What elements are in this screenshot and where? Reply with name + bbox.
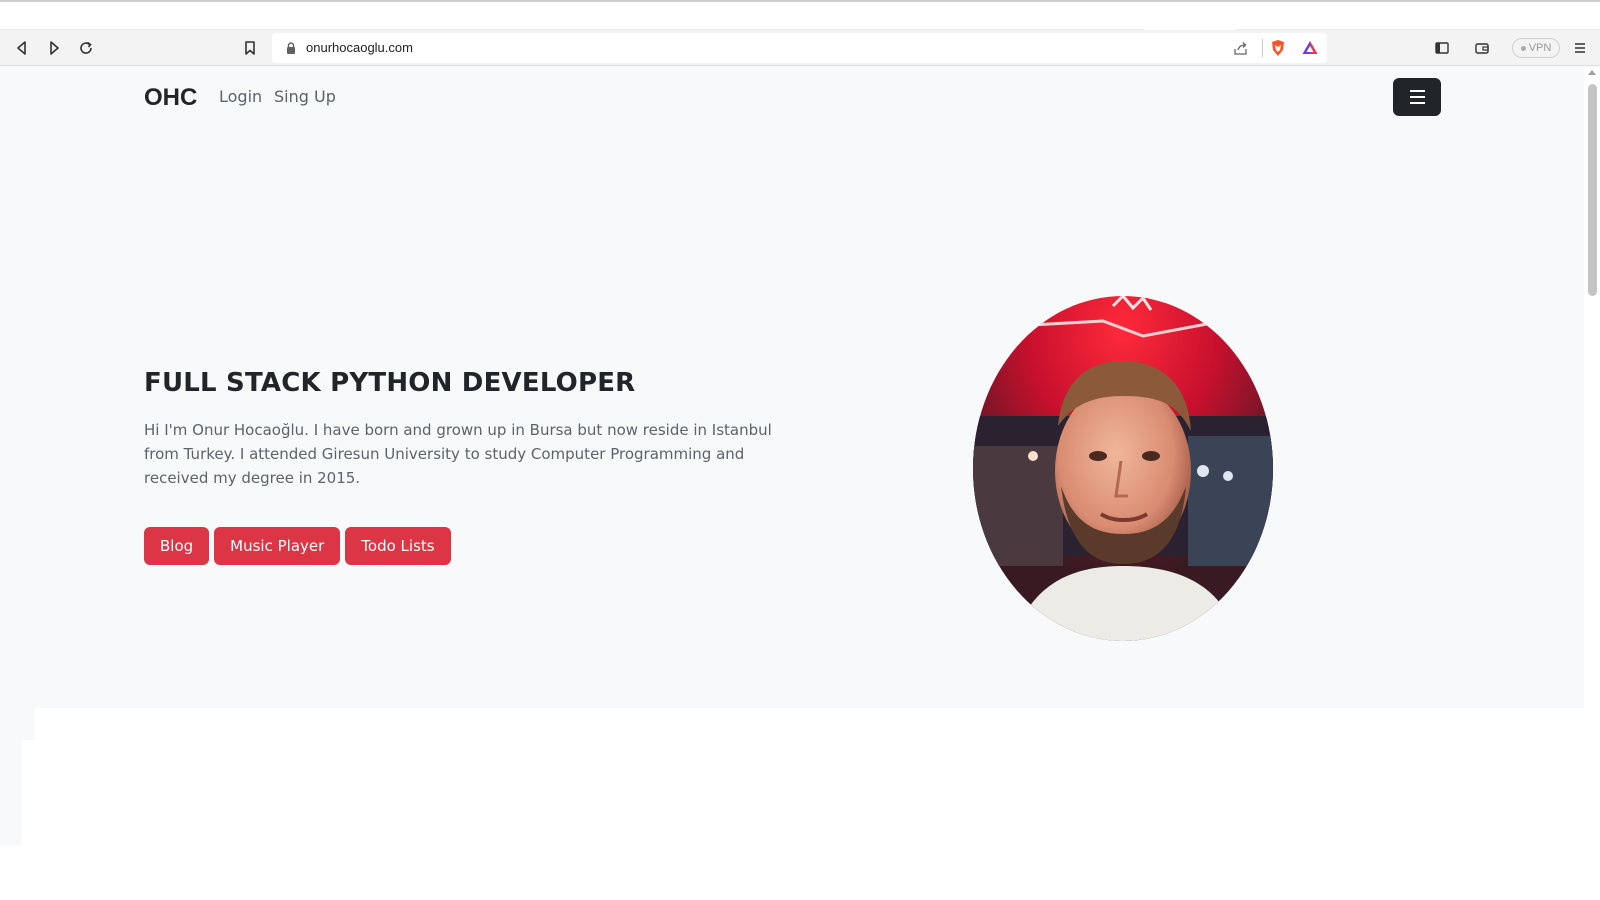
back-button[interactable] bbox=[10, 36, 34, 60]
render-artifact bbox=[0, 740, 22, 846]
sidebar-icon bbox=[1435, 42, 1449, 54]
profile-photo-image bbox=[973, 296, 1273, 641]
tab-strip bbox=[0, 0, 1600, 32]
brave-rewards-icon[interactable] bbox=[1301, 39, 1319, 57]
hamburger-icon bbox=[1409, 88, 1425, 106]
hero-title: FULL STACK PYTHON DEVELOPER bbox=[144, 368, 636, 398]
brave-shield-icon[interactable] bbox=[1269, 39, 1287, 57]
browser-menu-button[interactable] bbox=[1568, 36, 1592, 60]
blog-button[interactable]: Blog bbox=[144, 527, 210, 565]
forward-button[interactable] bbox=[42, 36, 66, 60]
vpn-status-dot bbox=[1520, 45, 1526, 51]
sidebar-button[interactable] bbox=[1430, 36, 1454, 60]
music-player-button[interactable]: Music Player bbox=[214, 527, 341, 565]
vpn-label: VPN bbox=[1528, 42, 1552, 54]
page-scrollbar[interactable] bbox=[1584, 66, 1600, 900]
bookmark-icon bbox=[245, 41, 255, 55]
nav-login-link[interactable]: Login bbox=[219, 87, 262, 106]
lock-icon bbox=[287, 42, 295, 54]
site-navbar: OHC Login Sing Up bbox=[0, 66, 1584, 128]
hero-section: FULL STACK PYTHON DEVELOPER Hi I'm Onur … bbox=[0, 128, 1584, 708]
browser-toolbar: onurhocaoglu.com VPN bbox=[0, 30, 1600, 66]
address-bar[interactable]: onurhocaoglu.com bbox=[272, 33, 1327, 63]
forward-icon bbox=[50, 41, 59, 55]
active-tab-gap bbox=[1144, 2, 1236, 32]
bookmark-button[interactable] bbox=[238, 36, 262, 60]
url-text[interactable]: onurhocaoglu.com bbox=[306, 39, 413, 57]
page-viewport: OHC Login Sing Up FULL STACK PYTHON DEVE… bbox=[0, 66, 1584, 900]
navbar-toggle-button[interactable] bbox=[1393, 78, 1441, 116]
scrollbar-thumb[interactable] bbox=[1588, 84, 1597, 296]
profile-photo bbox=[973, 296, 1273, 641]
omnibox-separator bbox=[1262, 39, 1263, 57]
wallet-icon bbox=[1475, 43, 1489, 54]
nav-signup-link[interactable]: Sing Up bbox=[274, 87, 336, 106]
hero-button-group: Blog Music Player Todo Lists bbox=[144, 527, 451, 565]
scroll-up-arrow-icon[interactable] bbox=[1588, 70, 1596, 75]
site-brand[interactable]: OHC bbox=[144, 84, 197, 112]
below-fold-area bbox=[0, 708, 1584, 900]
hero-bio: Hi I'm Onur Hocaoğlu. I have born and gr… bbox=[144, 421, 772, 487]
wallet-button[interactable] bbox=[1470, 36, 1494, 60]
menu-icon bbox=[1575, 43, 1585, 53]
reload-button[interactable] bbox=[74, 36, 98, 60]
reload-icon bbox=[80, 41, 92, 54]
render-artifact bbox=[0, 708, 35, 740]
back-icon bbox=[17, 41, 26, 55]
todo-lists-button[interactable]: Todo Lists bbox=[345, 527, 451, 565]
vpn-button[interactable]: VPN bbox=[1512, 38, 1560, 58]
share-icon[interactable] bbox=[1233, 40, 1249, 56]
